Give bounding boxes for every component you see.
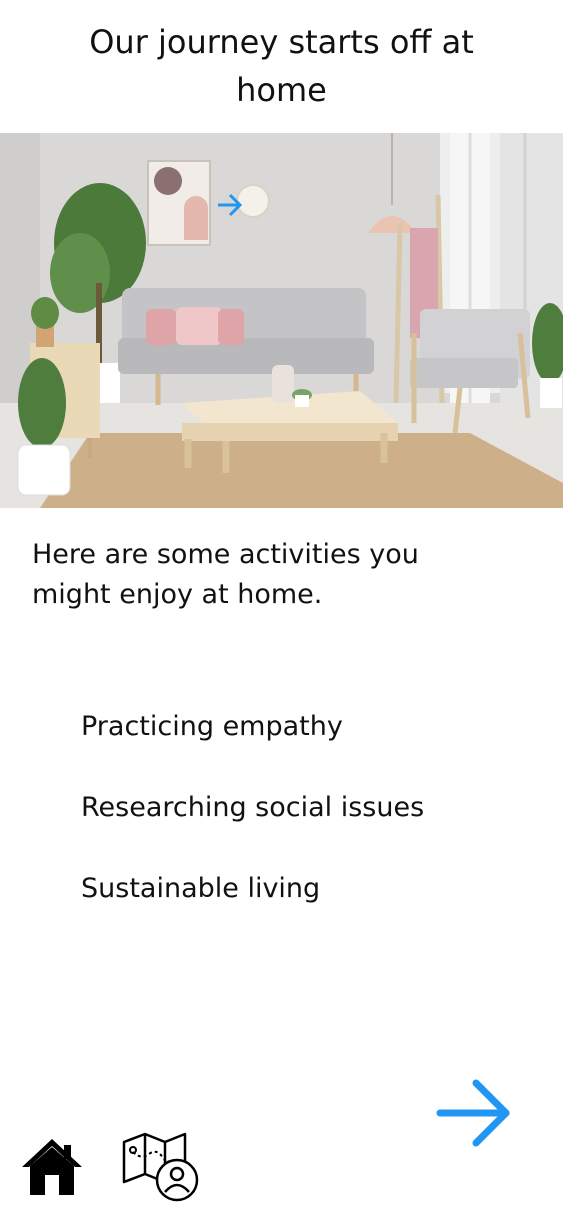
activity-item-empathy[interactable]: Practicing empathy <box>81 706 424 787</box>
activity-list: Practicing empathy Researching social is… <box>81 706 424 949</box>
living-room-illustration <box>0 133 563 508</box>
intro-text: Here are some activities you might enjoy… <box>32 539 419 610</box>
activity-item-sustainability[interactable]: Sustainable living <box>81 868 424 949</box>
hero-image <box>0 133 563 508</box>
map-location-icon <box>122 1132 199 1202</box>
nav-home-button[interactable] <box>20 1135 84 1197</box>
nav-map-button[interactable] <box>121 1130 203 1202</box>
bottom-navigation <box>0 1125 563 1205</box>
home-icon <box>22 1139 82 1195</box>
activity-item-research[interactable]: Researching social issues <box>81 787 424 868</box>
page-title: Our journey starts off at home <box>89 23 474 109</box>
